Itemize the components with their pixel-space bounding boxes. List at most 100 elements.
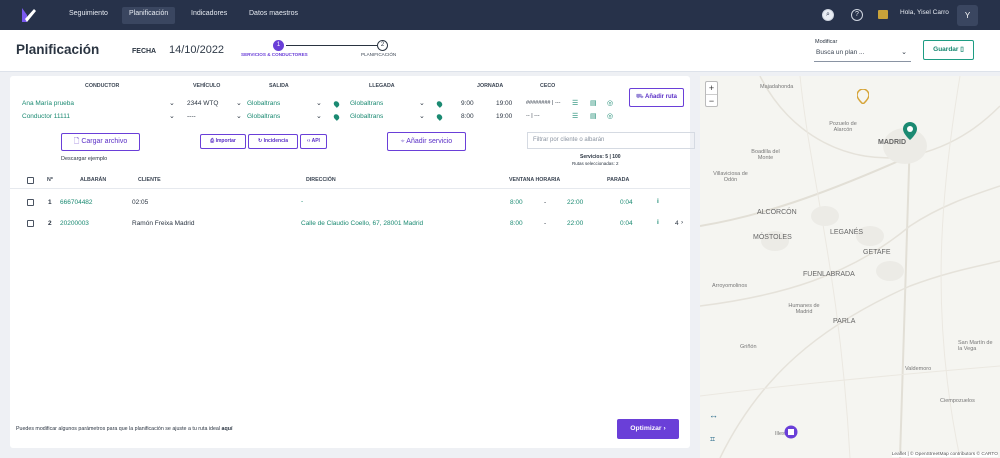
ceco-select-2[interactable]: -- | --- [526,113,540,119]
chevron-down-icon[interactable]: ⌄ [169,99,175,107]
info-icon[interactable]: i [657,198,659,205]
step-1-label: SERVICIOS & CONDUCTORES [241,52,308,57]
map[interactable]: + − Majadahonda Pozuelo de Alarcón MADRID… [700,76,1000,458]
app-logo[interactable] [19,6,37,24]
ventana-desde[interactable]: 8:00 [510,220,523,227]
location-pin-icon[interactable] [435,100,444,108]
greeting: Hola, [900,9,916,16]
map-label: Humanes de Madrid [788,303,820,315]
jornada-fin-1[interactable]: 19:00 [496,100,512,107]
chevron-down-icon[interactable]: ⌄ [236,112,242,120]
salida-select-2[interactable]: Globaltrans [247,113,280,120]
expand-icon[interactable]: ↔ [709,410,718,420]
parada-cell[interactable]: 0:04 [620,220,633,227]
settings-sliders-icon[interactable]: ☰ [572,112,578,120]
footer-hint-text: Puedes modificar algunos parámetros para… [16,426,221,432]
cliente-cell: 02:05 [132,199,149,206]
avatar[interactable]: Y [957,5,978,26]
chevron-down-icon: ⌄ [901,49,907,56]
chevron-down-icon[interactable]: ⌄ [169,112,175,120]
select-all-checkbox[interactable] [27,177,34,184]
chevron-right-icon[interactable]: › [681,219,683,226]
anadir-ruta-button[interactable]: ⛟ Añadir ruta [629,88,684,107]
nav-seguimiento[interactable]: Seguimiento [62,7,115,24]
table-divider [10,188,690,189]
map-label: MADRID [878,139,906,146]
albaran-link[interactable]: 666704482 [60,199,93,206]
step-2-indicator[interactable]: 2 [377,40,388,51]
driver-select-1[interactable]: Ana María prueba [22,100,74,107]
albaran-link[interactable]: 20200003 [60,220,89,227]
chevron-down-icon[interactable]: ⌄ [316,112,322,120]
fullscreen-icon[interactable]: ⌗ [710,434,715,445]
incidencia-button[interactable]: ↻ Incidencia [248,134,298,149]
chevron-down-icon[interactable]: ⌄ [236,99,242,107]
jornada-inicio-1[interactable]: 9:00 [461,100,474,107]
location-pin-icon[interactable] [435,113,444,121]
parada-cell[interactable]: 0:04 [620,199,633,206]
zoom-out-button[interactable]: − [706,95,717,107]
jornada-fin-2[interactable]: 19:00 [496,113,512,120]
incidencia-label: Incidencia [263,138,289,144]
importar-button[interactable]: ⎙ Importar [200,134,246,149]
anadir-ruta-label: Añadir ruta [645,94,678,100]
optimizar-button[interactable]: Optimizar › [617,419,679,439]
vehicle-select-1[interactable]: 2344 WTQ [187,100,218,107]
nav-indicadores[interactable]: Indicadores [184,7,234,24]
footer-hint-link[interactable]: aquí [222,426,233,432]
fecha-label: FECHA [132,48,157,55]
step-1-indicator[interactable]: 1 [273,40,284,51]
driver-select-2[interactable]: Conductor 11111 [22,113,70,120]
map-label: Arroyomolinos [712,283,748,289]
cargar-archivo-button[interactable]: 🗋 Cargar archivo [61,133,140,151]
llegada-select-1[interactable]: Globaltrans [350,100,383,107]
ventana-separator: - [544,199,547,206]
chevron-down-icon[interactable]: ⌄ [419,112,425,120]
chevron-down-icon[interactable]: ⌄ [419,99,425,107]
settings-sliders-icon[interactable]: ☰ [572,99,578,107]
header-ventana-horaria: VENTANA HORARIA [509,177,561,183]
user-name[interactable]: Yisel Carro [917,9,949,16]
ventana-desde[interactable]: 8:00 [510,199,523,206]
header-ceco: CECO [540,83,556,89]
zoom-control[interactable]: + − [705,81,718,107]
notifications-icon[interactable]: ⌕ [822,9,834,21]
llegada-select-2[interactable]: Globaltrans [350,113,383,120]
map-marker-building-icon[interactable] [784,425,798,439]
plan-select[interactable]: Busca un plan ... ⌄ [814,46,911,62]
header-salida: SALIDA [269,83,289,89]
salida-select-1[interactable]: Globaltrans [247,100,280,107]
ceco-select-1[interactable]: ######## | --- [526,100,560,106]
chevron-down-icon[interactable]: ⌄ [316,99,322,107]
nav-planificacion[interactable]: Planificación [122,7,176,24]
vehicle-select-2[interactable]: ---- [187,113,196,120]
flag-icon[interactable] [878,10,888,19]
anadir-servicio-button[interactable]: ⌖ Añadir servicio [387,132,466,151]
location-pin-icon[interactable] [332,113,341,121]
row-checkbox[interactable] [27,220,34,227]
filter-input[interactable]: Filtrar por cliente o albarán [527,132,695,149]
help-icon[interactable]: ? [851,9,863,21]
target-icon[interactable]: ◎ [607,99,613,107]
document-icon[interactable]: ▤ [590,112,597,120]
page-header: Planificación FECHA 14/10/2022 1 2 SERVI… [0,30,1000,72]
document-icon[interactable]: ▤ [590,99,597,107]
ventana-hasta[interactable]: 22:00 [567,199,583,206]
nav-datos-maestros[interactable]: Datos maestros [242,7,305,24]
map-attribution[interactable]: Leaflet | © OpenStreetMap contributors ©… [891,452,998,457]
map-label: MÓSTOLES [753,234,792,241]
header-jornada: JORNADA [477,83,504,89]
row-checkbox[interactable] [27,199,34,206]
location-pin-icon[interactable] [332,100,341,108]
info-icon[interactable]: i [657,219,659,226]
target-icon[interactable]: ◎ [607,112,613,120]
fecha-value[interactable]: 14/10/2022 [169,44,224,56]
ventana-hasta[interactable]: 22:00 [567,220,583,227]
zoom-in-button[interactable]: + [706,82,717,95]
map-marker-depot-icon[interactable] [903,122,917,140]
guardar-button[interactable]: Guardar ▯ [923,40,974,60]
map-marker-service-icon[interactable] [857,89,869,104]
jornada-inicio-2[interactable]: 8:00 [461,113,474,120]
descargar-ejemplo-link[interactable]: Descargar ejemplo [61,156,107,162]
api-button[interactable]: ‹› API [300,134,327,149]
